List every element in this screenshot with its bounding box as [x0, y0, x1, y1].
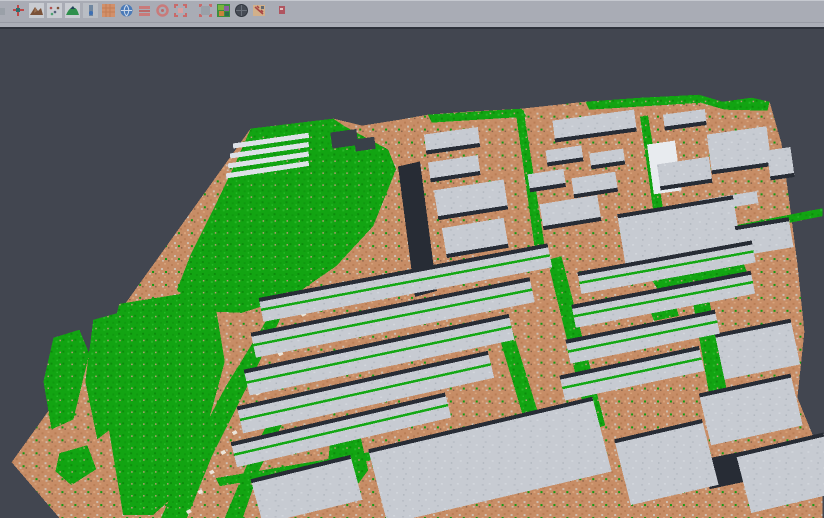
main-toolbar: [0, 0, 824, 22]
tin-icon[interactable]: [137, 3, 153, 19]
point-cloud-icon[interactable]: [47, 3, 63, 19]
classification-icon[interactable]: [216, 3, 232, 19]
zoom-extent-icon[interactable]: [173, 3, 189, 19]
orthophoto-icon[interactable]: [101, 3, 117, 19]
flight-lines-icon[interactable]: [11, 3, 27, 19]
dem-icon[interactable]: [65, 3, 81, 19]
clip-box-icon[interactable]: [198, 3, 214, 19]
globe-icon[interactable]: [234, 3, 250, 19]
cross-section-icon[interactable]: [83, 3, 99, 19]
3d-view-icon[interactable]: [119, 3, 135, 19]
measure-icon[interactable]: [252, 3, 268, 19]
terrain-icon[interactable]: [29, 3, 45, 19]
partial-tool-icon[interactable]: [279, 3, 287, 19]
point-cloud-render: [0, 29, 824, 518]
clip-tool-icon[interactable]: [0, 3, 9, 19]
viewport-3d[interactable]: [0, 29, 824, 518]
settings-icon[interactable]: [155, 3, 171, 19]
